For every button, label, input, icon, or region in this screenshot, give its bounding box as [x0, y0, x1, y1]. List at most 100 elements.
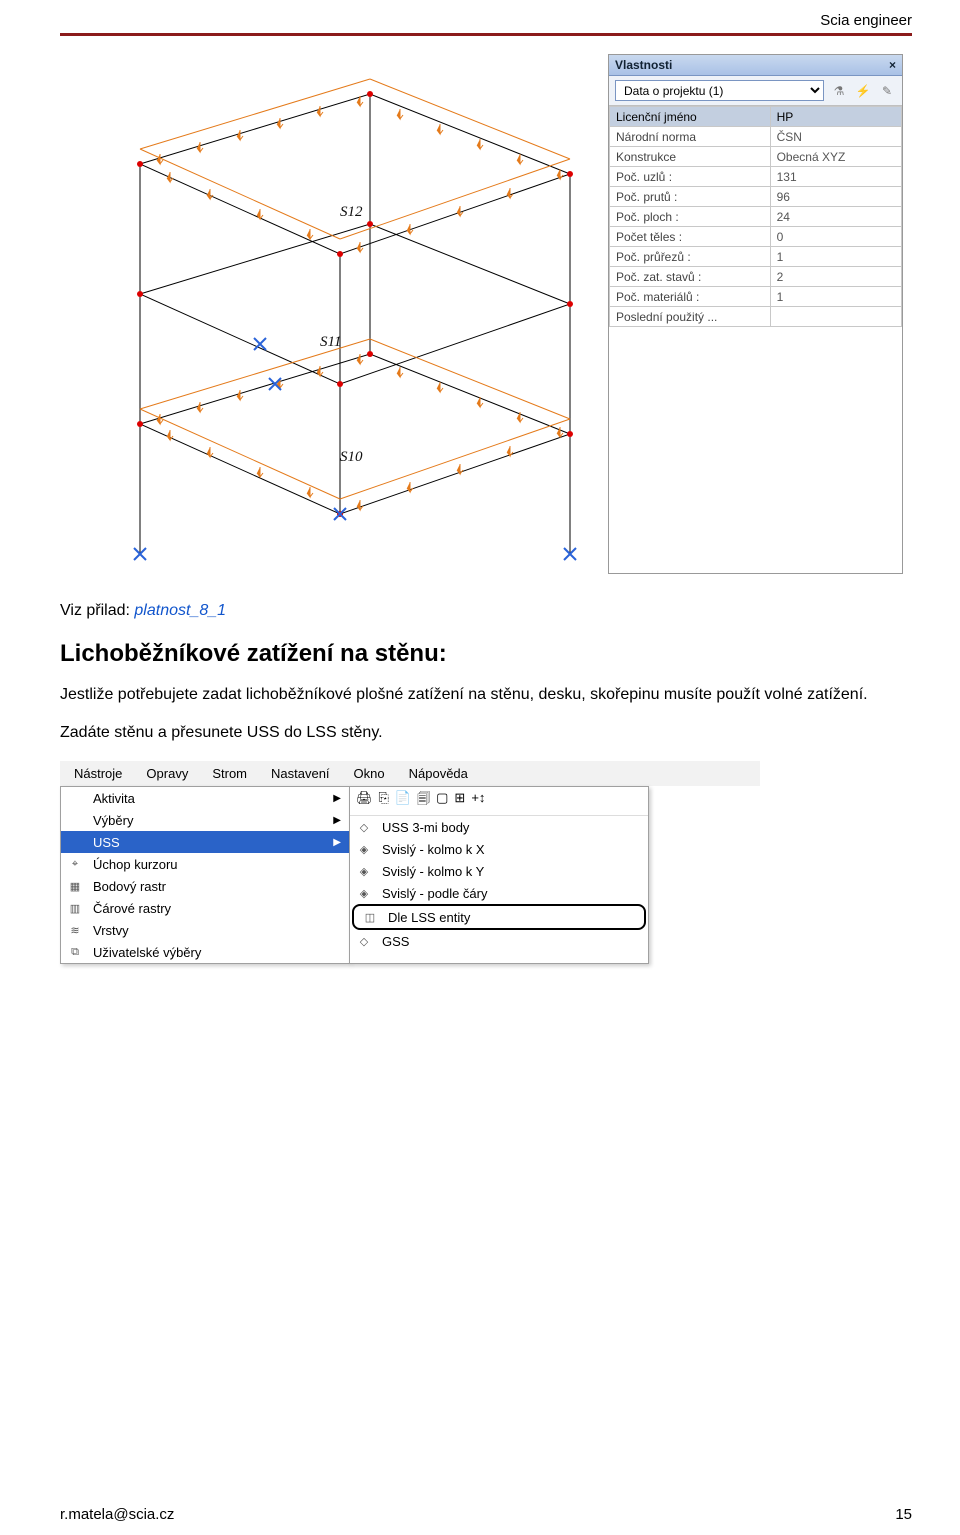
menu-bar-item[interactable]: Nastavení — [261, 764, 340, 783]
property-label: Počet těles : — [610, 227, 771, 247]
menu-item-bodov-rastr[interactable]: ▦ Bodový rastr — [61, 875, 349, 897]
toolbar-icon[interactable]: +↕ — [471, 790, 485, 812]
footer-email: r.matela@scia.cz — [60, 1506, 174, 1523]
menu-item-icon: ▦ — [65, 877, 85, 895]
submenu-item-label: Svislý - podle čáry — [382, 886, 640, 901]
property-value: 96 — [770, 187, 901, 207]
property-label: Poč. uzlů : — [610, 167, 771, 187]
page-header: Scia engineer — [60, 12, 912, 31]
menu-item-vrstvy[interactable]: ≋Vrstvy — [61, 919, 349, 941]
edit-icon[interactable]: ✎ — [878, 82, 896, 100]
menu-item-label: Bodový rastr — [93, 879, 341, 894]
funnel-icon[interactable]: ⚗ — [830, 82, 848, 100]
menu-item-label: Aktivita — [93, 791, 325, 806]
menu-item-v-b-ry[interactable]: Výběry ▶ — [61, 809, 349, 831]
toolbar-icon[interactable]: ▢ — [436, 790, 448, 812]
toolbar-icon[interactable]: 🖨 — [356, 790, 373, 812]
menu-bar: NástrojeOpravyStromNastaveníOknoNápověda — [60, 761, 760, 786]
header-divider — [60, 33, 912, 36]
menu-left-column: Aktivita ▶ Výběry ▶ USS ▶ ⌖ Úchop kurzoru ▦ Bodov… — [60, 786, 350, 964]
product-name: Scia engineer — [820, 12, 912, 29]
menu-item-label: Uživatelské výběry — [93, 945, 341, 960]
property-value: 1 — [770, 287, 901, 307]
submenu-item-svisl-kolmo-k-y[interactable]: ◈Svislý - kolmo k Y — [350, 860, 648, 882]
label-s10: S10 — [340, 449, 363, 466]
property-value: ČSN — [770, 127, 901, 147]
menu-item-label: Úchop kurzoru — [93, 857, 341, 872]
property-value: Obecná XYZ — [770, 147, 901, 167]
property-label: Poslední použitý ... — [610, 307, 771, 327]
chevron-right-icon: ▶ — [333, 793, 341, 804]
menu-bar-item[interactable]: Nástroje — [64, 764, 132, 783]
submenu-item-gss[interactable]: ◇GSS — [350, 930, 648, 952]
menu-bar-item[interactable]: Strom — [202, 764, 257, 783]
viz-prefix: Viz přilad: — [60, 602, 134, 619]
property-value: HP — [770, 107, 901, 127]
menu-bar-item[interactable]: Okno — [344, 764, 395, 783]
label-s12: S12 — [340, 204, 363, 221]
property-label: Poč. průřezů : — [610, 247, 771, 267]
close-icon[interactable]: × — [889, 58, 896, 72]
property-row[interactable]: Poč. prutů :96 — [610, 187, 902, 207]
submenu-item-icon: ◈ — [354, 884, 374, 902]
property-row[interactable]: KonstrukceObecná XYZ — [610, 147, 902, 167]
toolbar-icon[interactable]: ⎘ — [379, 790, 389, 812]
label-s11: S11 — [320, 334, 341, 351]
footer-page: 15 — [895, 1506, 912, 1523]
property-value — [770, 307, 901, 327]
para-2: Zadáte stěnu a přesunete USS do LSS stěn… — [60, 722, 912, 744]
toolbar-icon[interactable]: 📄 — [395, 790, 411, 812]
property-row[interactable]: Licenční jménoHP — [610, 107, 902, 127]
footer: r.matela@scia.cz 15 — [60, 1506, 912, 1523]
property-value: 24 — [770, 207, 901, 227]
submenu-item-icon: ◈ — [354, 862, 374, 880]
property-row[interactable]: Poč. zat. stavů :2 — [610, 267, 902, 287]
submenu-item-svisl-podle-ry[interactable]: ◈ Svislý - podle čáry — [350, 882, 648, 904]
menu-item--chop-kurzoru[interactable]: ⌖ Úchop kurzoru — [61, 853, 349, 875]
properties-title: Vlastnosti — [615, 58, 672, 72]
submenu-item-icon: ◫ — [360, 908, 380, 926]
menu-item-icon: ⌖ — [65, 855, 85, 873]
property-row[interactable]: Poslední použitý ... — [610, 307, 902, 327]
chevron-right-icon: ▶ — [333, 815, 341, 826]
menu-item-uss[interactable]: USS ▶ — [61, 831, 349, 853]
menu-item-aktivita[interactable]: Aktivita ▶ — [61, 787, 349, 809]
submenu-item-svisl-kolmo-k-x[interactable]: ◈ Svislý - kolmo k X — [350, 838, 648, 860]
property-label: Konstrukce — [610, 147, 771, 167]
menu-item-icon: ≋ — [65, 921, 85, 939]
property-row[interactable]: Národní normaČSN — [610, 127, 902, 147]
property-value: 1 — [770, 247, 901, 267]
para-1: Jestliže potřebujete zadat lichoběžníkov… — [60, 684, 912, 706]
project-data-select[interactable]: Data o projektu (1) — [615, 80, 824, 101]
property-row[interactable]: Poč. materiálů :1 — [610, 287, 902, 307]
property-label: Poč. zat. stavů : — [610, 267, 771, 287]
property-row[interactable]: Poč. průřezů :1 — [610, 247, 902, 267]
structure-canvas: S12 S11 S10 — [60, 54, 600, 574]
property-row[interactable]: Poč. uzlů :131 — [610, 167, 902, 187]
menu-item-icon — [65, 833, 85, 851]
property-value: 131 — [770, 167, 901, 187]
property-row[interactable]: Poč. ploch :24 — [610, 207, 902, 227]
structure-svg — [60, 54, 600, 574]
submenu-item-label: USS 3-mi body — [382, 820, 640, 835]
menu-item-u-ivatelsk-v-b-ry[interactable]: ⧉Uživatelské výběry — [61, 941, 349, 963]
submenu-item-uss-3-mi-body[interactable]: ◇USS 3-mi body — [350, 816, 648, 838]
menu-item-label: USS — [93, 835, 325, 850]
submenu-item-label: Svislý - kolmo k X — [382, 842, 640, 857]
menu-item-icon — [65, 811, 85, 829]
toolbar-icon[interactable]: 🗐 — [417, 790, 430, 812]
menu-bar-item[interactable]: Opravy — [136, 764, 198, 783]
property-row[interactable]: Počet těles :0 — [610, 227, 902, 247]
submenu-item-icon: ◈ — [354, 840, 374, 858]
submenu-item-dle-lss-entity[interactable]: ◫Dle LSS entity — [356, 906, 644, 928]
viz-link: platnost_8_1 — [134, 602, 226, 619]
chevron-right-icon: ▶ — [333, 837, 341, 848]
menu-item--rov-rastry[interactable]: ▥Čárové rastry — [61, 897, 349, 919]
menu-item-label: Výběry — [93, 813, 325, 828]
menu-item-icon — [65, 789, 85, 807]
menu-bar-item[interactable]: Nápověda — [399, 764, 478, 783]
property-label: Licenční jméno — [610, 107, 771, 127]
bolt-icon[interactable]: ⚡ — [854, 82, 872, 100]
property-label: Poč. materiálů : — [610, 287, 771, 307]
toolbar-icon[interactable]: ⊞ — [454, 790, 465, 812]
